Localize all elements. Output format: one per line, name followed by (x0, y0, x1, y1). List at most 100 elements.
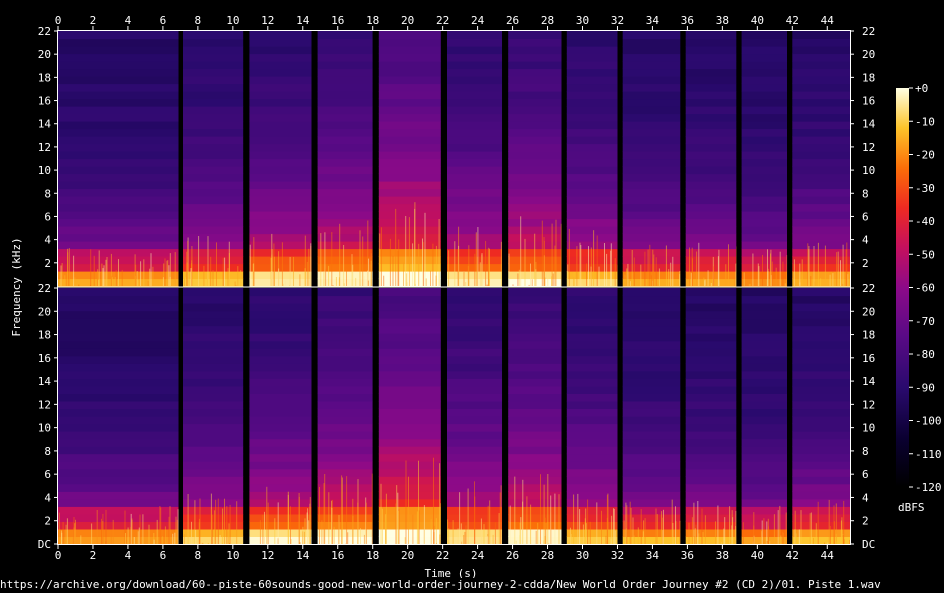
y-tick-label-left: 4 (44, 234, 51, 247)
silence-gap (178, 288, 183, 544)
source-file-path: https://archive.org/download/60--piste-6… (0, 578, 881, 591)
spectrogram-segment (317, 288, 379, 545)
colorbar-tick-label: -30 (915, 182, 935, 195)
y-tick-label-right: 2 (862, 257, 869, 270)
silence-gap (440, 288, 447, 544)
x-tick-label-top: 24 (471, 14, 485, 27)
x-tick-label-top: 34 (646, 14, 660, 27)
x-axis-label: Time (s) (425, 567, 478, 578)
spectrogram-segment (792, 31, 851, 287)
spectrogram-segment (508, 288, 567, 545)
spectrogram-segment (249, 31, 318, 287)
x-tick-label-top: 30 (576, 14, 589, 27)
spectrogram-segment (741, 288, 793, 545)
spectrogram-segment (685, 31, 742, 287)
y-tick-label-right: 6 (862, 210, 869, 223)
silence-gap (372, 31, 379, 286)
x-tick-label-top: 2 (90, 14, 97, 27)
colorbar-tick-label: -50 (915, 248, 935, 261)
x-tick-label-bottom: 26 (506, 549, 519, 562)
silence-gap (787, 288, 793, 544)
spectrogram-segment (447, 288, 509, 545)
silence-gap (178, 31, 183, 286)
y-tick-label-left: 22 (38, 282, 51, 295)
colorbar-tick-label: -100 (915, 415, 942, 428)
colorbar-tick-label: +0 (915, 82, 928, 95)
y-tick-label-left: 16 (38, 352, 51, 365)
x-tick-label-top: 22 (436, 14, 449, 27)
y-tick-label-left: 18 (38, 71, 51, 84)
silence-gap (502, 288, 509, 544)
x-tick-label-top: 38 (716, 14, 729, 27)
x-tick-label-top: 0 (55, 14, 62, 27)
y-tick-label-left: 8 (44, 187, 51, 200)
y-tick-label-left: 14 (38, 118, 52, 131)
silence-gap (617, 288, 623, 544)
silence-gap (502, 31, 509, 286)
channel-2-spectrogram (58, 288, 851, 545)
x-tick-label-bottom: 22 (436, 549, 449, 562)
x-tick-label-top: 20 (401, 14, 414, 27)
y-tick-label-left: 10 (38, 422, 51, 435)
x-tick-label-bottom: 0 (55, 549, 62, 562)
x-tick-label-bottom: 32 (611, 549, 624, 562)
silence-gap (311, 288, 318, 544)
silence-gap (680, 288, 686, 544)
y-tick-label-right: 20 (862, 305, 875, 318)
x-tick-label-top: 40 (751, 14, 764, 27)
colorbar-gradient (896, 88, 909, 487)
x-tick-label-top: 42 (786, 14, 799, 27)
spectrogram-segment (447, 31, 509, 287)
x-tick-label-top: 44 (821, 14, 835, 27)
y-tick-label-right: 10 (862, 164, 875, 177)
y-tick-label-left: 12 (38, 398, 51, 411)
y-tick-label-right: 20 (862, 48, 875, 61)
colorbar-tick-label: -20 (915, 149, 935, 162)
colorbar-tick-label: -10 (915, 115, 935, 128)
x-tick-label-bottom: 12 (261, 549, 274, 562)
spectrogram-segment (622, 31, 686, 287)
colorbar: +0 -10 -20 -30 -40 -50 -60 -70 -80 -90 -100 -110 -12… (896, 82, 942, 514)
x-tick-label-top: 16 (331, 14, 344, 27)
x-tick-label-top: 8 (195, 14, 202, 27)
y-tick-label-left: 16 (38, 95, 51, 108)
y-tick-label-right: 4 (862, 491, 869, 504)
y-tick-label-left: 18 (38, 329, 51, 342)
silence-gap (561, 288, 567, 544)
y-tick-label-left: 22 (38, 25, 51, 38)
x-tick-label-top: 4 (125, 14, 132, 27)
y-tick-label-left: 2 (44, 257, 51, 270)
x-tick-label-top: 18 (366, 14, 379, 27)
y-tick-label-left: DC (38, 538, 51, 551)
y-tick-label-left: 6 (44, 468, 51, 481)
x-tick-label-top: 10 (226, 14, 239, 27)
colorbar-tick-label: -70 (915, 315, 935, 328)
y-tick-label-right: 2 (862, 515, 869, 528)
x-tick-label-bottom: 24 (471, 549, 485, 562)
y-tick-label-right: 8 (862, 445, 869, 458)
x-tick-label-bottom: 38 (716, 549, 729, 562)
silence-gap (372, 288, 379, 544)
spectrogram-segment (317, 31, 379, 287)
y-tick-label-right: 22 (862, 25, 875, 38)
spectrogram-segment (566, 288, 623, 545)
x-tick-label-bottom: 8 (195, 549, 202, 562)
y-tick-label-right: 16 (862, 95, 875, 108)
y-tick-label-left: 2 (44, 515, 51, 528)
silence-gap (787, 31, 793, 286)
silence-gap (243, 31, 250, 286)
x-tick-label-bottom: 6 (160, 549, 167, 562)
x-tick-label-bottom: 36 (681, 549, 694, 562)
spectrogram-segment (378, 288, 447, 545)
x-tick-label-bottom: 28 (541, 549, 554, 562)
y-tick-label-right: 14 (862, 118, 876, 131)
x-tick-label-bottom: 34 (646, 549, 660, 562)
spectrogram-segment (622, 288, 686, 545)
colorbar-tick-label: -90 (915, 381, 935, 394)
y-tick-label-right: 18 (862, 71, 875, 84)
channel-1-spectrogram (58, 31, 851, 287)
y-tick-label-left: 14 (38, 375, 52, 388)
y-tick-label-right: 22 (862, 282, 875, 295)
spectrogram-segment (183, 288, 250, 545)
spectrogram-segment (685, 288, 742, 545)
